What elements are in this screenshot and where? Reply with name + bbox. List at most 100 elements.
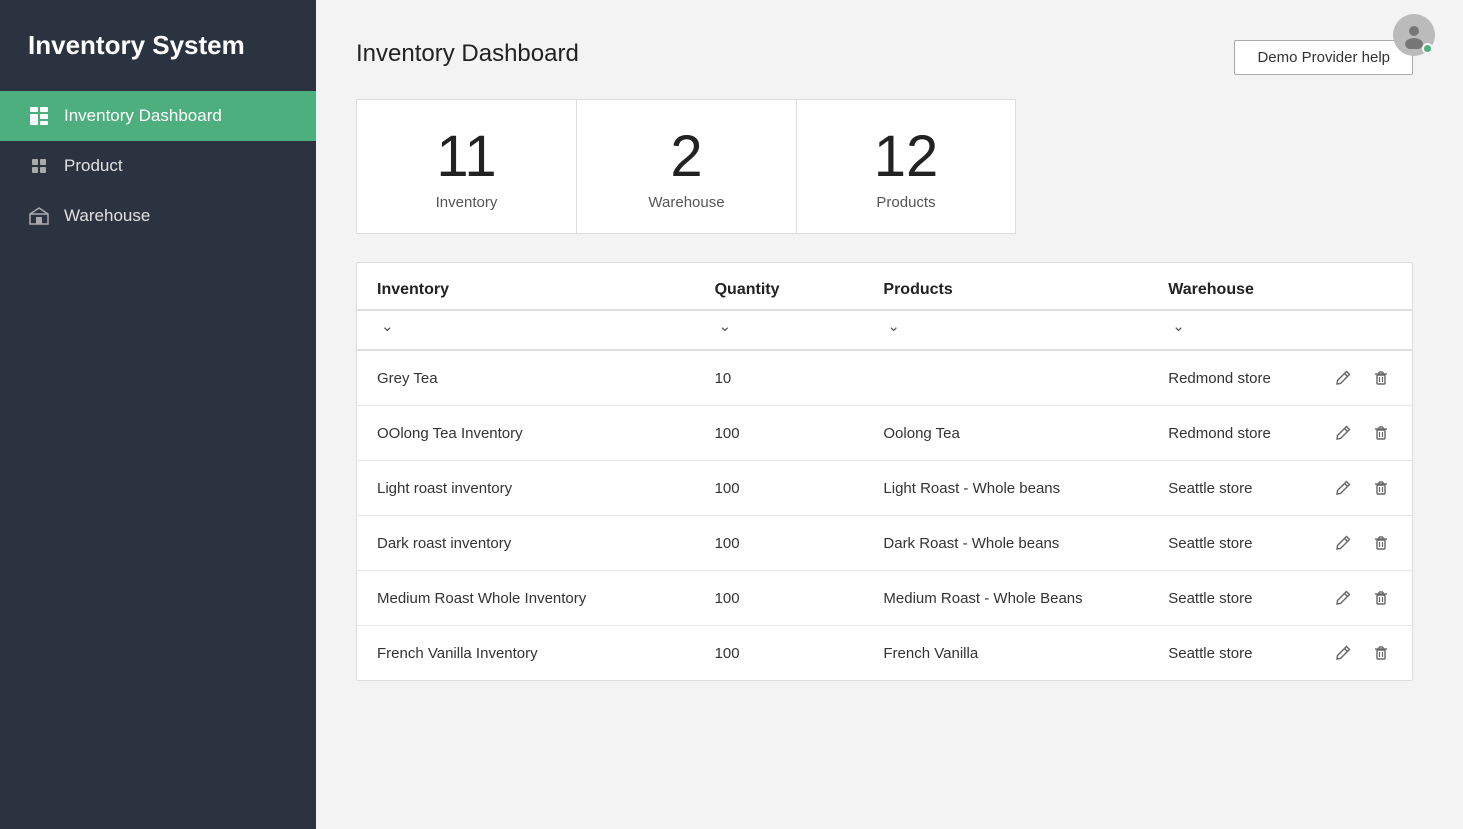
cell-inventory: Medium Roast Whole Inventory xyxy=(357,571,695,626)
table-row: Dark roast inventory100Dark Roast - Whol… xyxy=(357,516,1412,571)
delete-button[interactable] xyxy=(1370,367,1392,389)
edit-icon xyxy=(1334,479,1352,497)
cell-warehouse: Seattle store xyxy=(1148,571,1412,626)
inventory-table: Inventory Quantity Products Warehouse xyxy=(357,263,1412,680)
warehouse-text: Seattle store xyxy=(1168,535,1316,552)
cell-quantity: 100 xyxy=(695,571,864,626)
edit-icon xyxy=(1334,644,1352,662)
delete-button[interactable] xyxy=(1370,532,1392,554)
cell-inventory: Grey Tea xyxy=(357,350,695,406)
main-content: Inventory Dashboard Demo Provider help 1… xyxy=(316,0,1463,829)
action-cell: Seattle store xyxy=(1168,477,1392,499)
warehouse-icon xyxy=(28,205,50,227)
filter-quantity: ⌄ xyxy=(695,310,864,350)
sidebar-item-product-label: Product xyxy=(64,156,123,176)
cell-products: Light Roast - Whole beans xyxy=(863,461,1148,516)
warehouse-text: Seattle store xyxy=(1168,645,1316,662)
edit-button[interactable] xyxy=(1332,532,1354,554)
inventory-table-container: Inventory Quantity Products Warehouse xyxy=(356,262,1413,681)
trash-icon xyxy=(1372,534,1390,552)
edit-button[interactable] xyxy=(1332,477,1354,499)
stat-cards: 11 Inventory 2 Warehouse 12 Products xyxy=(356,99,1413,234)
table-row: OOlong Tea Inventory100Oolong Tea Redmon… xyxy=(357,406,1412,461)
sidebar-item-warehouse-label: Warehouse xyxy=(64,206,150,226)
action-cell: Seattle store xyxy=(1168,642,1392,664)
help-button[interactable]: Demo Provider help xyxy=(1234,40,1413,75)
online-indicator xyxy=(1422,43,1433,54)
avatar[interactable] xyxy=(1393,14,1435,56)
filter-warehouse: ⌄ xyxy=(1148,310,1412,350)
cell-products xyxy=(863,350,1148,406)
edit-button[interactable] xyxy=(1332,642,1354,664)
cell-warehouse: Seattle store xyxy=(1148,516,1412,571)
cell-products: Medium Roast - Whole Beans xyxy=(863,571,1148,626)
cell-warehouse: Seattle store xyxy=(1148,626,1412,681)
delete-button[interactable] xyxy=(1370,422,1392,444)
col-header-quantity: Quantity xyxy=(695,263,864,310)
filter-warehouse-btn[interactable]: ⌄ xyxy=(1168,315,1189,337)
delete-button[interactable] xyxy=(1370,587,1392,609)
table-body: Grey Tea10 Redmond store OO xyxy=(357,350,1412,680)
edit-button[interactable] xyxy=(1332,367,1354,389)
header-row: Inventory Dashboard Demo Provider help xyxy=(356,40,1413,75)
warehouse-text: Redmond store xyxy=(1168,370,1316,387)
sidebar-item-warehouse[interactable]: Warehouse xyxy=(0,191,316,241)
stat-label-inventory: Inventory xyxy=(436,194,498,211)
filter-inventory-btn[interactable]: ⌄ xyxy=(377,315,398,337)
stat-card-products: 12 Products xyxy=(796,99,1016,234)
filter-inventory: ⌄ xyxy=(357,310,695,350)
chevron-down-icon: ⌄ xyxy=(381,317,394,335)
edit-icon xyxy=(1334,589,1352,607)
edit-button[interactable] xyxy=(1332,587,1354,609)
sidebar: Inventory System Inventory Dashboard xyxy=(0,0,316,829)
trash-icon xyxy=(1372,644,1390,662)
delete-button[interactable] xyxy=(1370,642,1392,664)
trash-icon xyxy=(1372,369,1390,387)
cell-products: Dark Roast - Whole beans xyxy=(863,516,1148,571)
sidebar-item-dashboard[interactable]: Inventory Dashboard xyxy=(0,91,316,141)
warehouse-text: Seattle store xyxy=(1168,590,1316,607)
sidebar-item-product[interactable]: Product xyxy=(0,141,316,191)
app-title: Inventory System xyxy=(0,0,316,91)
action-cell: Redmond store xyxy=(1168,367,1392,389)
cell-warehouse: Seattle store xyxy=(1148,461,1412,516)
cell-inventory: Light roast inventory xyxy=(357,461,695,516)
cell-warehouse: Redmond store xyxy=(1148,350,1412,406)
stat-label-warehouse: Warehouse xyxy=(648,194,724,211)
cell-quantity: 10 xyxy=(695,350,864,406)
product-icon xyxy=(28,155,50,177)
stat-number-products: 12 xyxy=(874,128,939,186)
warehouse-text: Seattle store xyxy=(1168,480,1316,497)
table-row: French Vanilla Inventory100French Vanill… xyxy=(357,626,1412,681)
cell-quantity: 100 xyxy=(695,626,864,681)
table-row: Light roast inventory100Light Roast - Wh… xyxy=(357,461,1412,516)
table-header-row: Inventory Quantity Products Warehouse xyxy=(357,263,1412,310)
action-cell: Seattle store xyxy=(1168,532,1392,554)
cell-products: French Vanilla xyxy=(863,626,1148,681)
col-header-inventory: Inventory xyxy=(357,263,695,310)
stat-number-warehouse: 2 xyxy=(670,128,702,186)
sidebar-nav: Inventory Dashboard Product xyxy=(0,91,316,241)
chevron-down-icon: ⌄ xyxy=(1172,317,1185,335)
dashboard-icon xyxy=(28,105,50,127)
stat-card-inventory: 11 Inventory xyxy=(356,99,576,234)
cell-quantity: 100 xyxy=(695,516,864,571)
cell-quantity: 100 xyxy=(695,406,864,461)
filter-quantity-btn[interactable]: ⌄ xyxy=(715,315,736,337)
stat-card-warehouse: 2 Warehouse xyxy=(576,99,796,234)
edit-icon xyxy=(1334,534,1352,552)
filter-products-btn[interactable]: ⌄ xyxy=(883,315,904,337)
edit-icon xyxy=(1334,424,1352,442)
cell-inventory: French Vanilla Inventory xyxy=(357,626,695,681)
edit-icon xyxy=(1334,369,1352,387)
stat-label-products: Products xyxy=(876,194,935,211)
avatar-container xyxy=(1393,14,1435,56)
chevron-down-icon: ⌄ xyxy=(719,317,732,335)
action-cell: Redmond store xyxy=(1168,422,1392,444)
cell-inventory: Dark roast inventory xyxy=(357,516,695,571)
edit-button[interactable] xyxy=(1332,422,1354,444)
col-header-products: Products xyxy=(863,263,1148,310)
filter-products: ⌄ xyxy=(863,310,1148,350)
trash-icon xyxy=(1372,589,1390,607)
delete-button[interactable] xyxy=(1370,477,1392,499)
